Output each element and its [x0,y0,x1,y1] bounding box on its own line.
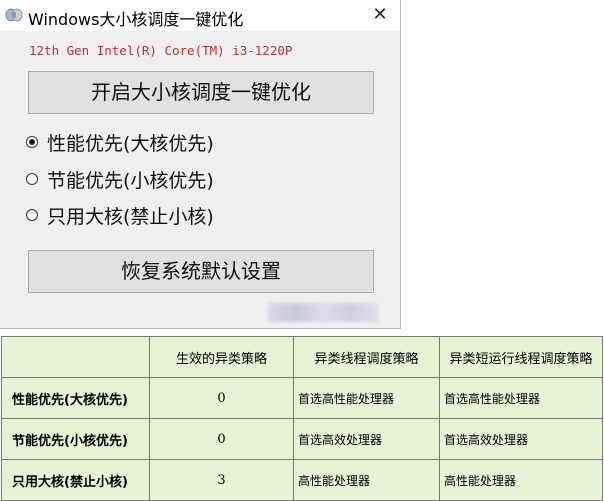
blurred-watermark [268,303,378,322]
app-window: Windows大小核调度一键优化 ✕ 12th Gen Intel(R) Cor… [0,0,401,329]
optimize-button[interactable]: 开启大小核调度一键优化 [28,71,374,114]
radio-label: 只用大核(禁止小核) [47,205,214,228]
restore-defaults-button[interactable]: 恢复系统默认设置 [28,250,374,293]
row-thread-policy: 首选高性能处理器 [293,377,440,419]
row-mode: 只用大核(禁止小核) [1,459,150,501]
row-short-thread-policy: 首选高效处理器 [439,418,603,460]
scheduling-policy-table: 生效的异类策略 异类线程调度策略 异类短运行线程调度策略 性能优先(大核优先) … [1,336,603,501]
window-title: Windows大小核调度一键优化 [28,10,244,29]
table-header-cell: 生效的异类策略 [149,336,294,378]
row-policy: 3 [149,459,294,501]
table-header-cell: 异类线程调度策略 [293,336,440,378]
radio-button-icon[interactable] [26,136,38,148]
title-bar[interactable]: Windows大小核调度一键优化 ✕ [0,0,400,31]
radio-label: 性能优先(大核优先) [47,132,214,155]
table-header-cell: 异类短运行线程调度策略 [439,336,603,378]
row-thread-policy: 首选高效处理器 [293,418,440,460]
app-icon [5,7,23,23]
radio-performance-first[interactable]: 性能优先(大核优先) [26,127,214,157]
table-header-cell [1,336,150,378]
table-row: 节能优先(小核优先) 0 首选高效处理器 首选高效处理器 [1,418,603,460]
row-mode: 节能优先(小核优先) [1,418,150,460]
radio-button-icon[interactable] [26,173,38,185]
radio-button-icon[interactable] [26,209,38,221]
row-policy: 0 [149,377,294,419]
radio-label: 节能优先(小核优先) [47,169,214,192]
row-short-thread-policy: 高性能处理器 [439,459,603,501]
row-mode: 性能优先(大核优先) [1,377,150,419]
row-thread-policy: 高性能处理器 [293,459,440,501]
table-header-row: 生效的异类策略 异类线程调度策略 异类短运行线程调度策略 [1,336,603,378]
close-icon[interactable]: ✕ [366,1,394,29]
table-row: 性能优先(大核优先) 0 首选高性能处理器 首选高性能处理器 [1,377,603,419]
cpu-model-label: 12th Gen Intel(R) Core(TM) i3-1220P [29,43,293,58]
table-row: 只用大核(禁止小核) 3 高性能处理器 高性能处理器 [1,459,603,501]
window-client-area: 12th Gen Intel(R) Core(TM) i3-1220P 开启大小… [0,31,400,328]
row-policy: 0 [149,418,294,460]
row-short-thread-policy: 首选高性能处理器 [439,377,603,419]
radio-efficiency-first[interactable]: 节能优先(小核优先) [26,164,214,194]
radio-big-cores-only[interactable]: 只用大核(禁止小核) [26,200,214,230]
